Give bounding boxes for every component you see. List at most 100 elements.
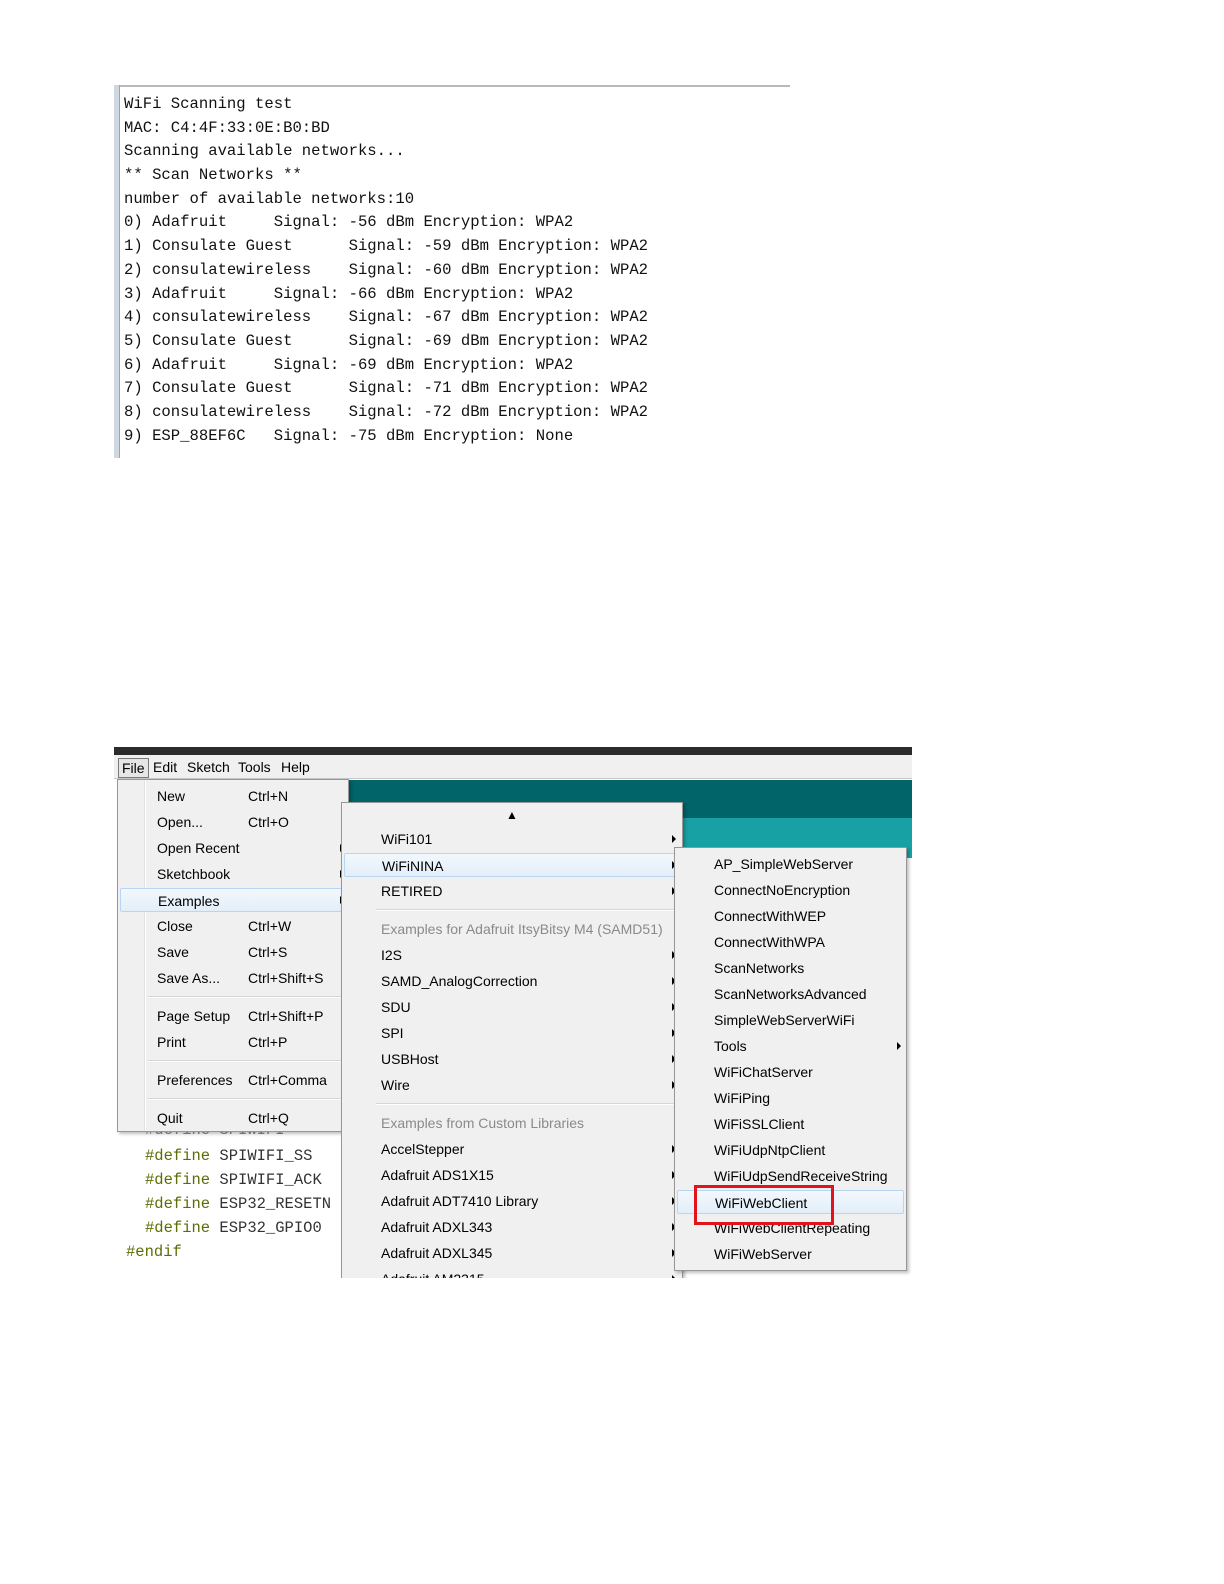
examples-item-usbhost[interactable]: USBHost: [344, 1047, 680, 1071]
menu-item-label: WiFiChatServer: [714, 1064, 813, 1080]
menu-item-label: RETIRED: [381, 883, 443, 899]
code-keyword: #define: [145, 1195, 211, 1213]
menu-item-label: Wire: [381, 1077, 410, 1093]
wifinina-item[interactable]: WiFiChatServer: [677, 1060, 904, 1084]
wifinina-item[interactable]: ScanNetworks: [677, 956, 904, 980]
menu-item-shortcut: Ctrl+W: [248, 918, 292, 934]
file-menu-item-open-recent[interactable]: Open Recent: [120, 836, 346, 860]
menu-item-label: WiFiUdpNtpClient: [714, 1142, 826, 1158]
menu-section-label: Examples for Adafruit ItsyBitsy M4 (SAMD…: [381, 921, 663, 937]
menu-item-label: New: [157, 788, 186, 804]
menu-item-label: WiFiWebServer: [714, 1246, 812, 1262]
file-menu-item-examples[interactable]: Examples: [120, 888, 346, 912]
menu-item-label: Close: [157, 918, 193, 934]
examples-item-retired[interactable]: RETIRED: [344, 879, 680, 903]
wifinina-item[interactable]: WiFiWebServer: [677, 1242, 904, 1266]
menu-item-shortcut: Ctrl+O: [248, 814, 289, 830]
menu-separator: [148, 1060, 342, 1062]
menu-item-label: AccelStepper: [381, 1141, 465, 1157]
menu-item-shortcut: Ctrl+S: [248, 944, 288, 960]
wifinina-item[interactable]: ConnectNoEncryption: [677, 878, 904, 902]
code-keyword: #define: [145, 1171, 211, 1189]
file-menu-item-quit[interactable]: Quit Ctrl+Q: [120, 1106, 346, 1130]
examples-item-i2s[interactable]: I2S: [344, 943, 680, 967]
examples-item-spi[interactable]: SPI: [344, 1021, 680, 1045]
examples-item-wifi101[interactable]: WiFi101: [344, 827, 680, 851]
menu-edit[interactable]: Edit: [150, 758, 180, 776]
code-text: SPIWIFI_SS: [210, 1147, 313, 1165]
examples-item-samd-analogcorrection[interactable]: SAMD_AnalogCorrection: [344, 969, 680, 993]
wifinina-item[interactable]: ConnectWithWEP: [677, 904, 904, 928]
menu-section-label: Examples from Custom Libraries: [381, 1115, 585, 1131]
menu-separator: [148, 1098, 342, 1100]
menu-item-label: Adafruit AM2315: [381, 1267, 485, 1278]
examples-item-adafruit-adt7410[interactable]: Adafruit ADT7410 Library: [344, 1189, 680, 1213]
examples-item-wire[interactable]: Wire: [344, 1073, 680, 1097]
examples-item-sdu[interactable]: SDU: [344, 995, 680, 1019]
menu-item-label: I2S: [381, 947, 403, 963]
examples-item-adafruit-ads1x15[interactable]: Adafruit ADS1X15: [344, 1163, 680, 1187]
code-keyword: #define: [145, 1147, 211, 1165]
code-line: #define SPIWIFI_SS: [145, 1147, 312, 1165]
menu-item-label: Quit: [157, 1110, 183, 1126]
code-text: ESP32_RESETN: [210, 1195, 332, 1213]
serial-line: WiFi Scanning test: [124, 95, 293, 113]
serial-line: 3) Adafruit Signal: -66 dBm Encryption: …: [124, 284, 574, 303]
code-line: #define ESP32_GPIO0: [145, 1219, 322, 1237]
menu-item-label: Adafruit ADXL345: [381, 1245, 493, 1261]
menu-item-shortcut: Ctrl+Comma: [248, 1072, 327, 1088]
window-titlebar: [114, 747, 912, 755]
wifinina-item[interactable]: ConnectWithWPA: [677, 930, 904, 954]
menu-separator: [148, 996, 342, 998]
serial-line: ** Scan Networks **: [124, 166, 302, 185]
serial-line: 9) ESP_88EF6C Signal: -75 dBm Encryption…: [124, 426, 574, 445]
wifinina-item[interactable]: WiFiUdpNtpClient: [677, 1138, 904, 1162]
file-menu-item-close[interactable]: Close Ctrl+W: [120, 914, 346, 938]
examples-item-accelstepper[interactable]: AccelStepper: [344, 1137, 680, 1161]
wifinina-item[interactable]: WiFiSSLClient: [677, 1112, 904, 1136]
menu-item-label: Tools: [714, 1038, 747, 1054]
wifinina-item[interactable]: SimpleWebServerWiFi: [677, 1008, 904, 1032]
submenu-arrow-icon: [897, 1042, 901, 1050]
wifinina-item[interactable]: ScanNetworksAdvanced: [677, 982, 904, 1006]
menu-item-label: Adafruit ADXL343: [381, 1219, 493, 1235]
red-highlight-box: [694, 1185, 834, 1225]
menu-bar: File Edit Sketch Tools Help: [114, 755, 912, 779]
menu-item-shortcut: Ctrl+Q: [248, 1110, 289, 1126]
submenu-arrow-icon: [672, 835, 676, 843]
menu-tools[interactable]: Tools: [235, 758, 274, 776]
wifinina-item-tools[interactable]: Tools: [677, 1034, 904, 1058]
file-menu-item-sketchbook[interactable]: Sketchbook: [120, 862, 346, 886]
menu-help[interactable]: Help: [278, 758, 313, 776]
menu-item-label: WiFi101: [381, 831, 433, 847]
code-line: #endif: [126, 1243, 182, 1261]
menu-sketch[interactable]: Sketch: [184, 758, 233, 776]
code-line: #define SPIWIFI_ACK: [145, 1171, 322, 1189]
wifinina-item[interactable]: AP_SimpleWebServer: [677, 852, 904, 876]
menu-file[interactable]: File: [118, 758, 149, 778]
examples-item-adafruit-am2315[interactable]: Adafruit AM2315: [344, 1267, 680, 1278]
file-menu-item-new[interactable]: New Ctrl+N: [120, 784, 346, 808]
wifinina-item[interactable]: WiFiPing: [677, 1086, 904, 1110]
menu-separator: [376, 909, 676, 911]
file-menu-item-preferences[interactable]: Preferences Ctrl+Comma: [120, 1068, 346, 1092]
menu-item-label: ScanNetworksAdvanced: [714, 986, 867, 1002]
scroll-up-icon[interactable]: ▲: [506, 808, 518, 822]
menu-item-label: SPI: [381, 1025, 404, 1041]
file-menu-item-page-setup[interactable]: Page Setup Ctrl+Shift+P: [120, 1004, 346, 1028]
menu-separator: [376, 1103, 676, 1105]
code-editor[interactable]: #define SPIWIFI #define SPIWIFI_SS #defi…: [114, 1123, 354, 1278]
arduino-ide-window: File Edit Sketch Tools Help #define SPIW…: [114, 747, 912, 1278]
serial-monitor-output: WiFi Scanning test MAC: C4:4F:33:0E:B0:B…: [114, 85, 790, 458]
file-menu-item-print[interactable]: Print Ctrl+P: [120, 1030, 346, 1054]
serial-line: Scanning available networks...: [124, 142, 405, 161]
menu-item-label: WiFiPing: [714, 1090, 771, 1106]
file-menu-item-save[interactable]: Save Ctrl+S: [120, 940, 346, 964]
serial-line: 0) Adafruit Signal: -56 dBm Encryption: …: [124, 213, 574, 232]
examples-item-adafruit-adxl345[interactable]: Adafruit ADXL345: [344, 1241, 680, 1265]
examples-item-adafruit-adxl343[interactable]: Adafruit ADXL343: [344, 1215, 680, 1239]
menu-item-label: SimpleWebServerWiFi: [714, 1012, 855, 1028]
file-menu-item-save-as[interactable]: Save As... Ctrl+Shift+S: [120, 966, 346, 990]
examples-item-wifinina[interactable]: WiFiNINA: [344, 853, 680, 877]
file-menu-item-open[interactable]: Open... Ctrl+O: [120, 810, 346, 834]
